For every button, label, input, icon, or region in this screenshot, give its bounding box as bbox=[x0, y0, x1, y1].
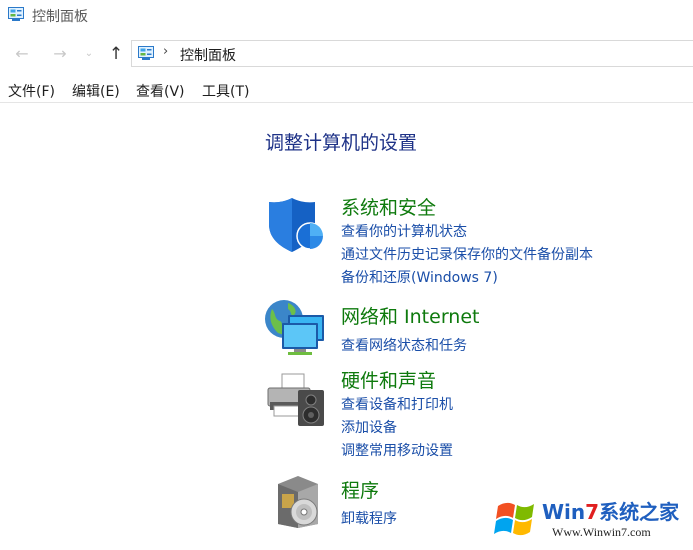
arrow-up-icon: ↑ bbox=[108, 44, 124, 64]
control-panel-icon bbox=[138, 46, 154, 60]
link-add-device[interactable]: 添加设备 bbox=[341, 417, 397, 437]
link-backup-restore[interactable]: 备份和还原(Windows 7) bbox=[341, 267, 498, 287]
windows-flag-icon bbox=[494, 502, 534, 536]
link-file-history-backup[interactable]: 通过文件历史记录保存你的文件备份副本 bbox=[341, 244, 593, 264]
category-hardware-sound[interactable]: 硬件和声音 bbox=[341, 366, 436, 393]
page-title: 调整计算机的设置 bbox=[265, 132, 418, 154]
watermark-url: Www.Winwin7.com bbox=[552, 525, 651, 539]
breadcrumb-control-panel[interactable]: 控制面板 bbox=[180, 45, 236, 65]
breadcrumb-separator-icon: › bbox=[163, 44, 169, 59]
printer-speaker-icon bbox=[267, 373, 324, 426]
menu-bar: 文件(F) 编辑(E) 查看(V) 工具(T) bbox=[0, 78, 693, 102]
menu-divider bbox=[0, 102, 693, 103]
link-mobility-settings[interactable]: 调整常用移动设置 bbox=[341, 440, 453, 460]
category-network-internet[interactable]: 网络和 Internet bbox=[341, 302, 479, 329]
control-panel-icon bbox=[8, 7, 24, 21]
link-uninstall-program[interactable]: 卸载程序 bbox=[341, 508, 397, 528]
link-view-computer-status[interactable]: 查看你的计算机状态 bbox=[341, 221, 467, 241]
arrow-right-icon: → bbox=[53, 44, 67, 63]
up-button[interactable]: ↑ bbox=[104, 42, 128, 66]
navigation-bar: ← → ⌄ ↑ › 控制面板 bbox=[0, 38, 693, 70]
address-bar[interactable]: › 控制面板 bbox=[131, 40, 693, 67]
arrow-left-icon: ← bbox=[15, 44, 29, 63]
category-programs[interactable]: 程序 bbox=[341, 476, 379, 503]
forward-button[interactable]: → bbox=[48, 42, 72, 66]
network-globe-icon bbox=[265, 300, 324, 355]
category-system-security[interactable]: 系统和安全 bbox=[341, 193, 436, 220]
menu-file[interactable]: 文件(F) bbox=[8, 81, 55, 101]
menu-edit[interactable]: 编辑(E) bbox=[72, 81, 120, 101]
menu-view[interactable]: 查看(V) bbox=[136, 81, 185, 101]
programs-disc-icon bbox=[278, 476, 318, 528]
title-bar: 控制面板 bbox=[0, 0, 693, 30]
shield-icon bbox=[269, 198, 324, 252]
watermark-name: Win7系统之家 bbox=[542, 500, 680, 524]
link-devices-printers[interactable]: 查看设备和打印机 bbox=[341, 394, 453, 414]
link-network-status-tasks[interactable]: 查看网络状态和任务 bbox=[341, 335, 467, 355]
menu-tools[interactable]: 工具(T) bbox=[202, 81, 249, 101]
watermark-logo: Win7系统之家 Www.Winwin7.com bbox=[490, 492, 690, 548]
chevron-down-icon: ⌄ bbox=[84, 48, 94, 59]
window-title: 控制面板 bbox=[32, 9, 88, 25]
recent-locations-button[interactable]: ⌄ bbox=[80, 42, 98, 66]
back-button[interactable]: ← bbox=[10, 42, 34, 66]
